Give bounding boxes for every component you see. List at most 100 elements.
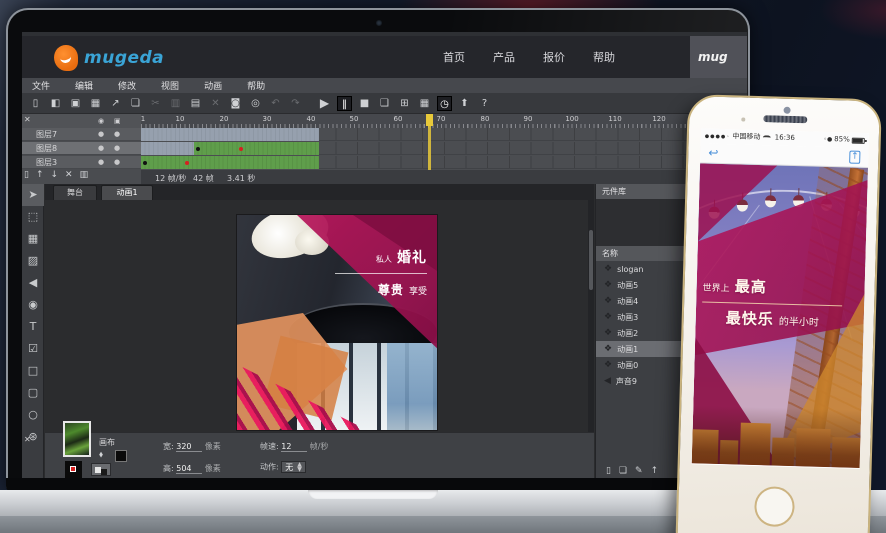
fps-input[interactable]: 12	[281, 442, 307, 452]
library-copy-icon[interactable]: ❏	[619, 466, 627, 476]
nav-item-help[interactable]: 帮助	[593, 49, 615, 65]
keyframe-dot[interactable]	[143, 161, 147, 165]
tab-stage[interactable]: 舞台	[53, 185, 97, 200]
comment-icon[interactable]: ❑	[377, 96, 392, 111]
grid-icon[interactable]: ▦	[88, 96, 103, 111]
playhead[interactable]	[428, 114, 431, 170]
lock-icon[interactable]: ●	[114, 128, 120, 141]
ellipse-tool-icon[interactable]: ○	[22, 404, 44, 426]
library-import-icon[interactable]: ↑	[651, 466, 659, 476]
nav-item-pricing[interactable]: 报价	[543, 49, 565, 65]
paste-icon[interactable]: ▤	[188, 96, 203, 111]
clock-icon[interactable]: ◷	[437, 96, 452, 111]
clone-icon[interactable]: ❏	[128, 96, 143, 111]
rounded-rect-tool-icon[interactable]: ▢	[22, 382, 44, 404]
export-icon[interactable]: ↗	[108, 96, 123, 111]
background-swatch-button[interactable]	[91, 463, 111, 476]
eye-column-icon[interactable]: ◉	[98, 117, 104, 125]
menu-view[interactable]: 视图	[161, 79, 179, 92]
play-icon[interactable]: ▶	[317, 96, 332, 111]
poster-artwork[interactable]: 私人 婚礼 尊贵 享受	[237, 215, 437, 430]
pause-icon[interactable]: ‖	[337, 96, 352, 111]
paint-bucket-icon[interactable]: ⬧	[99, 450, 103, 460]
keyframe-span[interactable]	[141, 156, 319, 169]
publish-icon[interactable]: ⬆	[457, 96, 472, 111]
tween-span[interactable]	[141, 128, 319, 141]
menu-modify[interactable]: 修改	[118, 79, 136, 92]
cut-icon[interactable]: ✂	[148, 96, 163, 111]
redo-icon[interactable]: ↷	[288, 96, 303, 111]
stop-icon[interactable]: ■	[357, 96, 372, 111]
delete-icon[interactable]: ✕	[208, 96, 223, 111]
copy-icon[interactable]: ▥	[168, 96, 183, 111]
rect-tool-icon[interactable]: □	[22, 360, 44, 382]
form-tool-icon[interactable]: ☑	[22, 338, 44, 360]
menu-help[interactable]: 帮助	[247, 79, 265, 92]
image-tool-icon[interactable]: ▨	[22, 250, 44, 272]
share-icon[interactable]: ↑	[849, 151, 860, 164]
keyframe-dot[interactable]	[196, 147, 200, 151]
nav-item-home[interactable]: 首页	[443, 49, 465, 65]
layer-row[interactable]: 图层7 ● ●	[22, 128, 141, 141]
preview-icon[interactable]: ⊞	[397, 96, 412, 111]
lock-icon[interactable]: ◙	[228, 96, 243, 111]
height-input[interactable]: 504	[176, 464, 202, 474]
menu-animation[interactable]: 动画	[204, 79, 222, 92]
canvas-scrollbar[interactable]	[588, 200, 594, 432]
menu-file[interactable]: 文件	[32, 79, 50, 92]
fill-color-swatch[interactable]	[115, 450, 127, 462]
import-icon[interactable]: ◧	[48, 96, 63, 111]
lock-icon[interactable]: ●	[114, 156, 120, 169]
mugeda-logo[interactable]: mugeda	[54, 44, 164, 72]
color-well[interactable]	[65, 461, 82, 478]
unlock-icon[interactable]: ◎	[248, 96, 263, 111]
frames-track-layer7[interactable]	[141, 128, 747, 141]
nav-item-products[interactable]: 产品	[493, 49, 515, 65]
eye-icon[interactable]: ●	[98, 156, 104, 169]
stage-canvas[interactable]: 私人 婚礼 尊贵 享受	[45, 200, 594, 432]
tab-animation1[interactable]: 动画1	[101, 185, 153, 200]
close-icon[interactable]: ✕	[24, 435, 31, 444]
main-area: ➤ ⬚ ▦ ▨ ◀ ◉ T ☑ □ ▢ ○ ⊛ 舞台 动画1	[22, 184, 747, 484]
frames-track-layer8[interactable]	[141, 142, 747, 155]
width-input[interactable]: 320	[176, 442, 202, 452]
video-tool-icon[interactable]: ◉	[22, 294, 44, 316]
back-icon[interactable]: ↩	[708, 146, 718, 160]
home-button[interactable]	[754, 486, 795, 527]
element-thumbnail[interactable]	[63, 421, 91, 457]
eye-icon[interactable]: ●	[98, 128, 104, 141]
library-new-icon[interactable]: ▯	[606, 466, 611, 476]
layer-row[interactable]: 图层3 ● ●	[22, 156, 141, 169]
layer-row-selected[interactable]: 图层8 ● ●	[22, 142, 141, 155]
layer-up-icon[interactable]: ↑	[36, 170, 44, 180]
delete-layer-icon[interactable]: ✕	[65, 170, 73, 180]
close-icon[interactable]: ✕	[24, 115, 31, 124]
undo-icon[interactable]: ↶	[268, 96, 283, 111]
frames-track-layer3[interactable]	[141, 156, 747, 169]
duplicate-layer-icon[interactable]: ▥	[80, 170, 89, 180]
frames-icon[interactable]: ▦	[417, 96, 432, 111]
new-layer-icon[interactable]: ▯	[24, 170, 29, 180]
save-icon[interactable]: ▣	[68, 96, 83, 111]
eye-icon[interactable]: ●	[98, 142, 104, 155]
menu-edit[interactable]: 编辑	[75, 79, 93, 92]
keyframe-dot-red[interactable]	[239, 147, 243, 151]
new-icon[interactable]: ▯	[28, 96, 43, 111]
help-icon[interactable]: ?	[477, 96, 492, 111]
ad-preview-view[interactable]: 世界上 最高 最快乐 的半小时	[692, 163, 868, 468]
select-tool-icon[interactable]: ➤	[22, 184, 44, 206]
keyframe-dot-red[interactable]	[185, 161, 189, 165]
marquee-tool-icon[interactable]: ⬚	[22, 206, 44, 228]
nav-user-label[interactable]: mug	[690, 36, 747, 78]
tween-span[interactable]	[141, 142, 194, 155]
action-dropdown[interactable]: 无 ▲▼	[281, 461, 306, 473]
grid-tool-icon[interactable]: ▦	[22, 228, 44, 250]
library-rename-icon[interactable]: ✎	[635, 466, 643, 476]
audio-tool-icon[interactable]: ◀	[22, 272, 44, 294]
text-tool-icon[interactable]: T	[22, 316, 44, 338]
keyframe-span[interactable]	[194, 142, 319, 155]
timeline-ruler[interactable]: 1 10 20 30 40 50 60 70 80 90 100 110 120…	[141, 114, 747, 128]
layer-down-icon[interactable]: ↓	[51, 170, 59, 180]
lock-column-icon[interactable]: ▣	[114, 117, 121, 125]
lock-icon[interactable]: ●	[114, 142, 120, 155]
